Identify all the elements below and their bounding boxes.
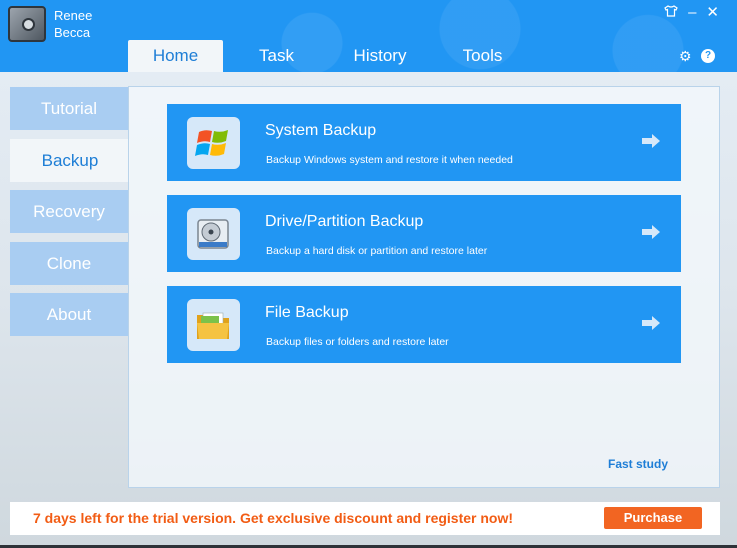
sidebar-item-clone[interactable]: Clone xyxy=(10,241,128,285)
brand-line-1: Renee xyxy=(54,8,93,23)
close-button[interactable]: ✕ xyxy=(706,3,719,21)
tab-task[interactable]: Task xyxy=(223,40,330,72)
purchase-button[interactable]: Purchase xyxy=(604,507,702,529)
header-tools: ⚙ ? xyxy=(679,49,715,63)
title-bar: Renee Becca – ✕ Home Task History Tools … xyxy=(0,0,737,72)
safe-dial-icon xyxy=(22,18,35,31)
fast-study-link[interactable]: Fast study xyxy=(608,457,668,471)
trial-message: 7 days left for the trial version. Get e… xyxy=(33,510,514,526)
main-panel: System Backup Backup Windows system and … xyxy=(128,86,720,488)
trial-banner: 7 days left for the trial version. Get e… xyxy=(10,502,720,535)
window-controls: – ✕ xyxy=(664,3,719,21)
minimize-button[interactable]: – xyxy=(688,4,696,21)
sidebar-item-backup[interactable]: Backup xyxy=(10,138,130,182)
main-tabs: Home Task History Tools xyxy=(128,40,535,72)
sidebar-item-recovery[interactable]: Recovery xyxy=(10,190,128,233)
card-description: Backup a hard disk or partition and rest… xyxy=(266,245,488,257)
sidebar-item-tutorial[interactable]: Tutorial xyxy=(10,87,128,130)
card-title: Drive/Partition Backup xyxy=(265,213,424,230)
card-description: Backup Windows system and restore it whe… xyxy=(266,154,513,166)
skin-shirt-icon[interactable] xyxy=(664,4,678,21)
card-title: System Backup xyxy=(265,122,377,139)
hard-disk-icon xyxy=(187,208,240,260)
arrow-right-icon xyxy=(642,134,660,148)
settings-gear-icon[interactable]: ⚙ xyxy=(679,49,693,63)
tab-home[interactable]: Home xyxy=(128,40,223,72)
sidebar-item-about[interactable]: About xyxy=(10,293,128,336)
windows-logo-icon xyxy=(187,117,240,169)
drive-partition-backup-card[interactable]: Drive/Partition Backup Backup a hard dis… xyxy=(167,195,681,272)
brand-line-2: Becca xyxy=(54,25,91,40)
tab-history[interactable]: History xyxy=(330,40,430,72)
arrow-right-icon xyxy=(642,316,660,330)
help-icon[interactable]: ? xyxy=(701,49,715,63)
folder-icon xyxy=(187,299,240,351)
card-description: Backup files or folders and restore late… xyxy=(266,336,449,348)
arrow-right-icon xyxy=(642,225,660,239)
tab-tools[interactable]: Tools xyxy=(430,40,535,72)
file-backup-card[interactable]: File Backup Backup files or folders and … xyxy=(167,286,681,363)
card-title: File Backup xyxy=(265,304,349,321)
system-backup-card[interactable]: System Backup Backup Windows system and … xyxy=(167,104,681,181)
sidebar: Tutorial Backup Recovery Clone About xyxy=(10,87,130,345)
brand-name: Renee Becca xyxy=(54,7,92,41)
safe-logo-icon xyxy=(8,6,46,42)
